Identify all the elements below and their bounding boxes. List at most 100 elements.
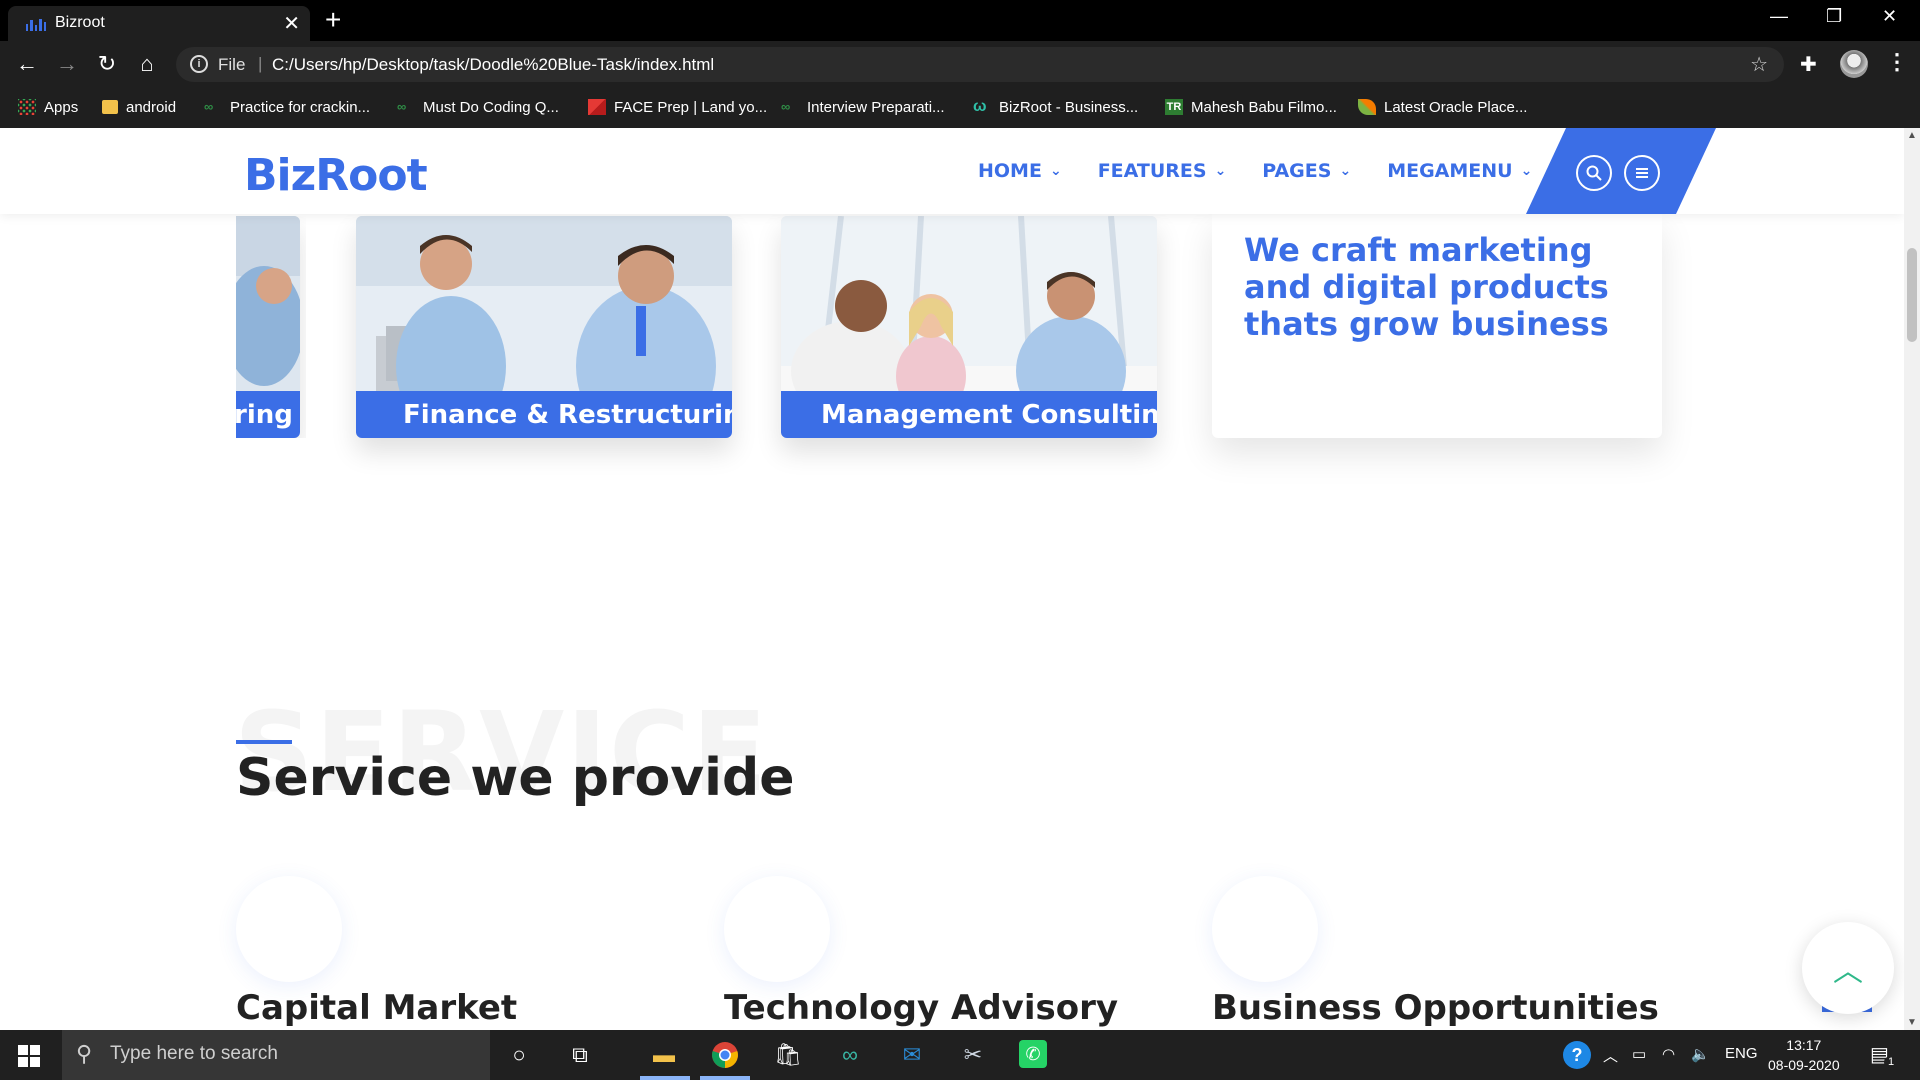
nav-pages[interactable]: PAGES ⌄ [1262,160,1351,182]
site-info-icon[interactable]: i [190,55,208,73]
service-card[interactable]: ring [236,216,300,438]
card-label: Management Consulting [821,400,1157,430]
bookmark-android[interactable]: android [102,94,176,120]
page-scrollbar[interactable]: ▲ ▼ [1904,128,1920,1030]
new-tab-plus-icon[interactable]: + [325,4,341,36]
scroll-up-arrow-icon[interactable]: ▲ [1907,130,1917,141]
bookmark-label: Mahesh Babu Filmo... [1191,98,1337,116]
bookmark-label: BizRoot - Business... [999,98,1139,116]
site-header: BizRoot HOME ⌄ FEATURES ⌄ PAGES ⌄ MEGAMENU ⌄ [0,128,1904,214]
bizroot-favicon-icon [26,15,47,31]
chrome-icon[interactable] [709,1040,741,1070]
bookmark-interview[interactable]: ∞ Interview Preparati... [781,94,945,120]
mail-icon[interactable]: ✉ [896,1040,928,1070]
volume-icon[interactable]: 🔈 [1691,1045,1710,1063]
service-card-management[interactable]: Management Consulting [781,216,1157,438]
wifi-icon[interactable]: ◠ [1662,1045,1675,1063]
reload-icon[interactable]: ↻ [93,51,121,77]
taskbar-search-placeholder: Type here to search [110,1043,278,1064]
restore-icon[interactable]: ❐ [1826,6,1842,27]
microsoft-store-icon[interactable]: 🛍 [772,1040,804,1070]
windows-start-icon[interactable] [18,1045,40,1067]
clock-date: 08-09-2020 [1768,1057,1840,1073]
snipping-tool-icon[interactable]: ✂ [957,1040,989,1070]
battery-icon[interactable]: ▭ [1632,1045,1646,1063]
address-bar[interactable]: i File | C:/Users/hp/Desktop/task/Doodle… [176,47,1784,82]
browser-toolbar: ← → ↻ ⌂ i File | C:/Users/hp/Desktop/tas… [0,41,1920,88]
card-photo-meeting [781,216,1157,391]
service-title[interactable]: Technology Advisory [724,988,1118,1028]
capital-market-icon [236,876,342,982]
browser-tab[interactable]: Bizroot ✕ [8,6,310,41]
service-title[interactable]: Capital Market [236,988,517,1028]
help-icon[interactable]: ? [1563,1041,1591,1069]
main-nav: HOME ⌄ FEATURES ⌄ PAGES ⌄ MEGAMENU ⌄ [978,160,1532,182]
bookmark-label: Practice for crackin... [230,98,371,116]
bookmark-mahesh[interactable]: TR Mahesh Babu Filmo... [1165,94,1337,120]
search-button[interactable] [1576,155,1612,191]
nav-label: HOME [978,160,1042,182]
service-card-finance[interactable]: Finance & Restructuring [356,216,732,438]
faceprep-icon [588,99,606,115]
scrollbar-thumb[interactable] [1907,248,1917,342]
back-arrow-icon[interactable]: ← [13,51,41,77]
card-band: Management Consulting [781,391,1157,438]
taskbar-search[interactable]: ⚲ Type here to search [62,1030,490,1080]
nav-home[interactable]: HOME ⌄ [978,160,1062,182]
whatsapp-icon[interactable]: ✆ [1019,1040,1047,1068]
nav-features[interactable]: FEATURES ⌄ [1098,160,1227,182]
bookmarks-bar: Apps android ∞ Practice for crackin... ∞… [0,88,1920,128]
bookmark-faceprep[interactable]: FACE Prep | Land yo... [588,94,767,120]
slider-card-partial[interactable]: ring [236,216,306,438]
arduino-icon[interactable]: ∞ [834,1040,866,1070]
chevron-down-icon: ⌄ [1339,163,1352,179]
leaf-icon [1358,99,1376,115]
language-indicator[interactable]: ENG [1725,1045,1758,1062]
gfg-icon: ∞ [397,99,407,114]
site-logo[interactable]: BizRoot [244,150,428,201]
scroll-down-arrow-icon[interactable]: ▼ [1907,1017,1917,1028]
bookmark-practice[interactable]: ∞ Practice for crackin... [204,94,370,120]
scroll-to-top-button[interactable]: ︿ [1802,922,1894,1014]
nav-megamenu[interactable]: MEGAMENU ⌄ [1387,160,1532,182]
url-text[interactable]: C:/Users/hp/Desktop/task/Doodle%20Blue-T… [272,55,714,75]
browser-menu-icon[interactable]: ⋮ [1886,49,1908,75]
close-tab-icon[interactable]: ✕ [283,11,300,36]
menu-button[interactable] [1624,155,1660,191]
tray-overflow-chevron-icon[interactable]: ︿ [1603,1045,1618,1066]
bookmark-label: Interview Preparati... [807,98,945,116]
task-view-icon[interactable]: ⧉ [564,1040,596,1070]
chevron-up-icon: ︿ [1833,955,1863,988]
extensions-puzzle-icon[interactable]: ✚ [1800,52,1817,77]
bookmark-bizroot[interactable]: ω BizRoot - Business... [973,94,1138,120]
cortana-icon[interactable]: ○ [503,1040,535,1070]
bookmark-label: Latest Oracle Place... [1384,98,1528,116]
card-band: Finance & Restructuring [356,391,732,438]
minimize-icon[interactable]: — [1770,6,1788,27]
bookmark-star-icon[interactable]: ☆ [1750,52,1768,77]
apps-grid-icon [18,99,36,115]
forward-arrow-icon[interactable]: → [53,51,81,77]
card-band: ring [236,391,300,438]
bookmark-label: Must Do Coding Q... [423,98,559,116]
profile-avatar[interactable] [1840,50,1868,78]
nav-label: MEGAMENU [1387,160,1513,182]
bookmark-apps[interactable]: Apps [18,94,78,120]
card-label: ring [236,400,293,430]
window-close-icon[interactable]: ✕ [1882,6,1897,27]
taskbar-clock[interactable]: 13:17 08-09-2020 [1768,1035,1840,1075]
bookmark-oracle[interactable]: Latest Oracle Place... [1358,94,1527,120]
home-icon[interactable]: ⌂ [133,51,161,77]
bookmark-must-do[interactable]: ∞ Must Do Coding Q... [397,94,559,120]
service-title[interactable]: Business Opportunities [1212,988,1659,1028]
file-explorer-icon[interactable]: ▬ [648,1040,680,1070]
business-opportunities-icon [1212,876,1318,982]
tab-title: Bizroot [55,14,105,31]
tr-icon: TR [1165,99,1183,115]
nav-label: FEATURES [1097,160,1207,182]
card-label: Finance & Restructuring [403,400,732,430]
notification-count-badge: 1 [1884,1056,1898,1068]
file-explorer-active-indicator [640,1076,690,1080]
url-separator: | [258,54,263,73]
header-accent-slab [1526,128,1716,214]
